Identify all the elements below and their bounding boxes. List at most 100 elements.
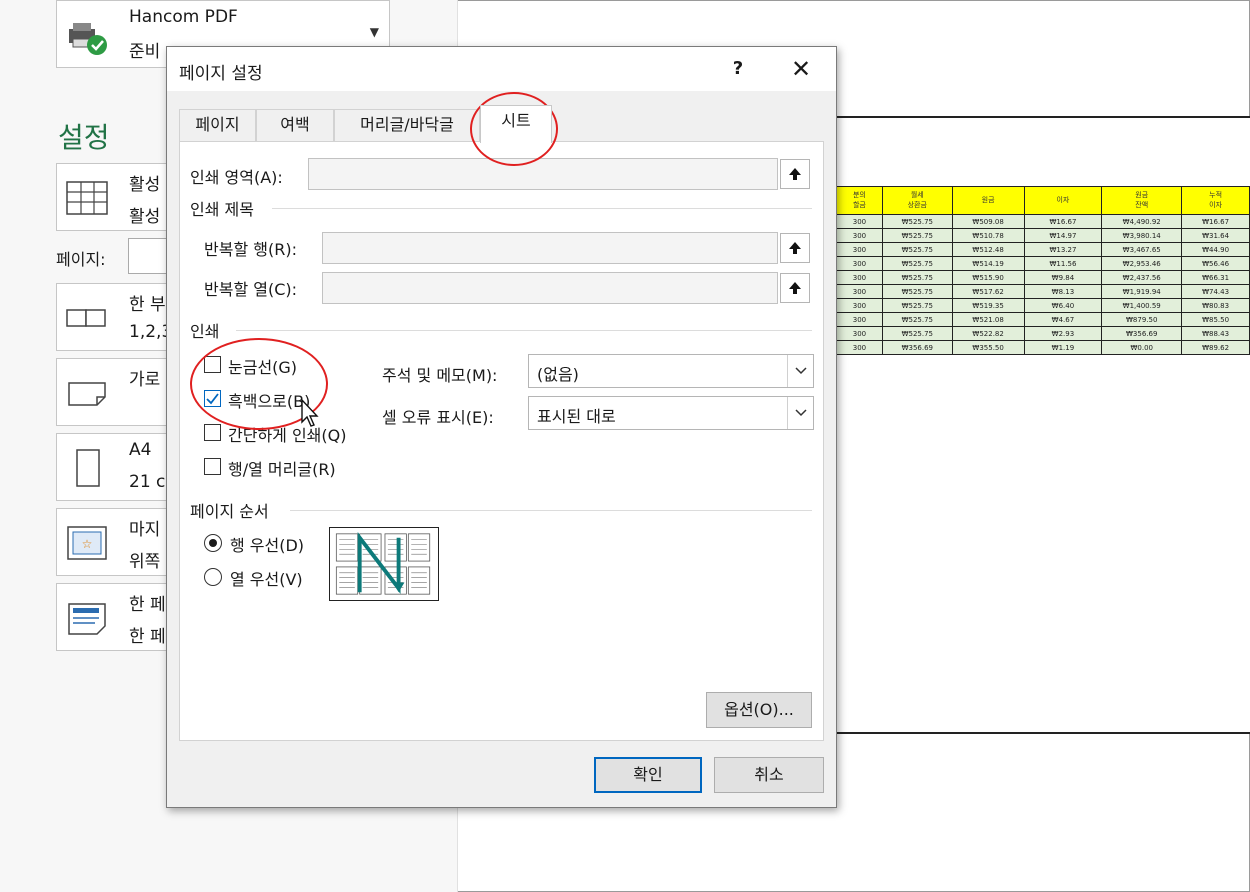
preview-row: 300 ₩356.69 ₩355.50 ₩1.19 ₩0.00 ₩89.62: [836, 340, 1250, 355]
preview-cell: ₩9.84: [1023, 270, 1103, 285]
sheet-grid-icon: [66, 181, 108, 215]
setting-label: 한 페: [129, 595, 166, 615]
mouse-cursor-icon: [301, 398, 319, 427]
dialog-titlebar: 페이지 설정 ? ✕: [167, 47, 836, 91]
row-col-headings-label[interactable]: 행/열 머리글(R): [228, 456, 336, 480]
cell-errors-value: 표시된 대로: [537, 407, 616, 426]
tab-page[interactable]: 페이지: [179, 109, 256, 141]
preview-row: 300 ₩525.75 ₩522.82 ₩2.93 ₩356.69 ₩88.43: [836, 326, 1250, 341]
print-preview-page: 분의 할금 월세 상환금 원금 이자 원금 잔액 누적 이자 300 ₩525.7…: [836, 116, 1250, 734]
preview-cell: 300: [836, 326, 883, 341]
chevron-down-icon: [787, 397, 813, 429]
repeat-cols-collapse-button[interactable]: [780, 273, 810, 303]
preview-table: 분의 할금 월세 상환금 원금 이자 원금 잔액 누적 이자 300 ₩525.7…: [836, 186, 1250, 355]
print-what-selector[interactable]: 활성 활성: [56, 163, 171, 231]
preview-header: 원금: [951, 186, 1025, 215]
options-button[interactable]: 옵션(O)...: [706, 692, 812, 728]
help-button[interactable]: ?: [727, 55, 749, 83]
print-area-collapse-button[interactable]: [780, 159, 810, 189]
gridlines-checkbox[interactable]: [204, 356, 221, 373]
preview-cell: 300: [836, 270, 883, 285]
draft-quality-checkbox[interactable]: [204, 424, 221, 441]
preview-cell: 300: [836, 340, 883, 355]
down-then-over-label[interactable]: 행 우선(D): [230, 532, 304, 556]
tab-margins[interactable]: 여백: [256, 109, 334, 141]
tab-header-footer[interactable]: 머리글/바닥글: [334, 109, 480, 141]
divider: [290, 510, 812, 511]
ok-button[interactable]: 확인: [594, 757, 702, 793]
upload-arrow-icon: [789, 242, 801, 254]
collate-selector[interactable]: 한 부 1,2,3: [56, 283, 172, 351]
preview-cell: ₩525.75: [881, 270, 953, 285]
setting-label: 가로: [129, 370, 161, 390]
preview-cell: ₩4,490.92: [1101, 214, 1183, 229]
repeat-rows-collapse-button[interactable]: [780, 233, 810, 263]
cancel-button[interactable]: 취소: [714, 757, 824, 793]
print-area-input[interactable]: [308, 158, 778, 190]
preview-cell: ₩0.00: [1101, 340, 1183, 355]
portrait-page-icon: [76, 449, 100, 487]
divider: [272, 208, 812, 209]
paper-size-selector[interactable]: A4 21 c: [56, 433, 171, 501]
row-col-headings-checkbox[interactable]: [204, 458, 221, 475]
print-titles-group-label: 인쇄 제목: [190, 200, 254, 219]
setting-sublabel: 21 c: [129, 472, 166, 492]
preview-cell: ₩14.97: [1023, 228, 1103, 243]
comments-label: 주석 및 메모(M):: [382, 366, 498, 385]
tab-sheet[interactable]: 시트: [480, 105, 552, 143]
preview-cell: ₩512.48: [951, 242, 1025, 257]
preview-cell: 300: [836, 298, 883, 313]
orientation-selector[interactable]: 가로: [56, 358, 171, 426]
preview-cell: ₩6.40: [1023, 298, 1103, 313]
preview-cell: ₩85.50: [1181, 312, 1250, 327]
margins-selector[interactable]: ☆ 마지 위쪽: [56, 508, 171, 576]
preview-cell: ₩525.75: [881, 214, 953, 229]
landscape-page-icon: [68, 382, 106, 406]
preview-row: 300 ₩525.75 ₩515.90 ₩9.84 ₩2,437.56 ₩66.31: [836, 270, 1250, 285]
over-then-down-radio[interactable]: [204, 568, 222, 586]
preview-cell: ₩356.69: [1101, 326, 1183, 341]
scaling-selector[interactable]: 한 페 한 페: [56, 583, 171, 651]
down-then-over-radio[interactable]: [204, 534, 222, 552]
preview-cell: ₩66.31: [1181, 270, 1250, 285]
preview-cell: 300: [836, 214, 883, 229]
preview-cell: ₩2.93: [1023, 326, 1103, 341]
preview-row: 300 ₩525.75 ₩509.08 ₩16.67 ₩4,490.92 ₩16.67: [836, 214, 1250, 229]
preview-cell: ₩509.08: [951, 214, 1025, 229]
dropdown-arrow-icon: ▼: [369, 25, 379, 39]
preview-cell: ₩514.19: [951, 256, 1025, 271]
preview-row: 300 ₩525.75 ₩521.08 ₩4.67 ₩879.50 ₩85.50: [836, 312, 1250, 327]
setting-label: 마지: [129, 520, 161, 540]
preview-cell: ₩1,919.94: [1101, 284, 1183, 299]
repeat-rows-label: 반복할 행(R):: [204, 240, 297, 259]
gridlines-label[interactable]: 눈금선(G): [228, 354, 297, 378]
dialog-title: 페이지 설정: [179, 64, 263, 84]
close-button[interactable]: ✕: [787, 55, 815, 83]
black-and-white-label[interactable]: 흑백으로(B): [228, 388, 310, 412]
black-and-white-checkbox[interactable]: [204, 390, 221, 407]
preview-cell: ₩517.62: [951, 284, 1025, 299]
repeat-cols-input[interactable]: [322, 272, 778, 304]
preview-cell: ₩31.64: [1181, 228, 1250, 243]
repeat-rows-input[interactable]: [322, 232, 778, 264]
over-then-down-label[interactable]: 열 우선(V): [230, 566, 303, 590]
preview-header: 원금 잔액: [1101, 186, 1183, 215]
preview-cell: ₩525.75: [881, 228, 953, 243]
cell-errors-select[interactable]: 표시된 대로: [528, 396, 814, 430]
print-group-label: 인쇄: [190, 322, 220, 341]
preview-cell: 300: [836, 242, 883, 257]
cell-errors-label: 셀 오류 표시(E):: [382, 408, 494, 427]
preview-header: 이자: [1023, 186, 1103, 215]
draft-quality-label[interactable]: 간단하게 인쇄(Q): [228, 422, 346, 446]
divider: [236, 330, 812, 331]
preview-cell: ₩56.46: [1181, 256, 1250, 271]
pages-from-input[interactable]: [128, 238, 168, 274]
preview-cell: ₩80.83: [1181, 298, 1250, 313]
pages-label: 페이지:: [56, 250, 106, 269]
checkmark-icon: [206, 393, 219, 405]
comments-select[interactable]: (없음): [528, 354, 814, 388]
preview-cell: ₩8.13: [1023, 284, 1103, 299]
preview-cell: ₩4.67: [1023, 312, 1103, 327]
preview-cell: ₩519.35: [951, 298, 1025, 313]
comments-value: (없음): [537, 365, 579, 384]
